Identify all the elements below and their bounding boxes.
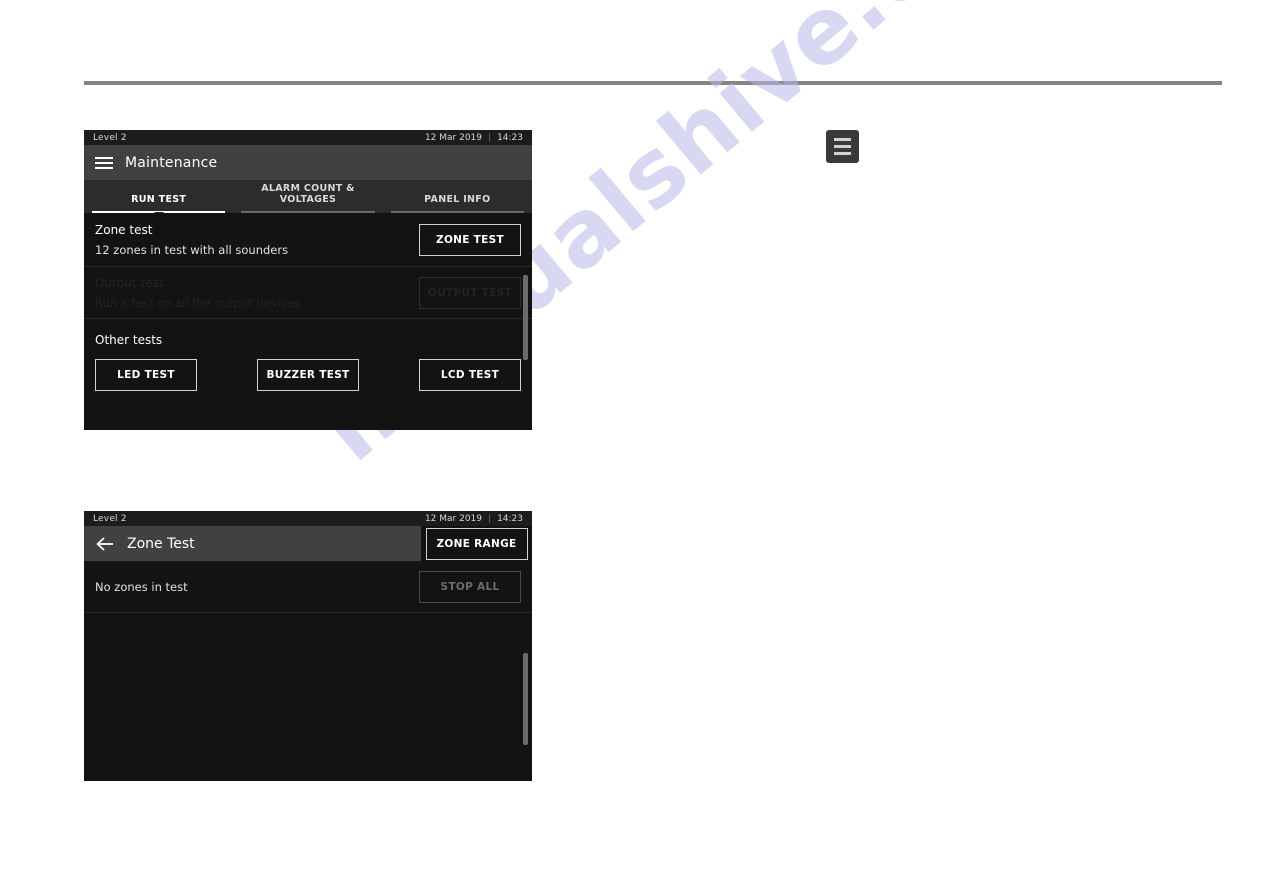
buzzer-test-button[interactable]: BUZZER TEST (257, 359, 359, 391)
row-texts: Zone test 12 zones in test with all soun… (95, 223, 288, 257)
tab-label: PANEL INFO (424, 194, 491, 205)
app-header-bar: Zone Test (84, 526, 421, 561)
datetime-separator: | (488, 513, 492, 524)
tab-label: ALARM COUNT & VOLTAGES (261, 183, 355, 205)
lcd-test-button[interactable]: LCD TEST (419, 359, 521, 391)
section-label: Other tests (95, 333, 163, 347)
hamburger-bar (95, 166, 113, 169)
device-screen-maintenance: Level 2 12 Mar 2019 | 14:23 Maintenance … (84, 130, 532, 430)
led-test-button[interactable]: LED TEST (95, 359, 197, 391)
hamburger-menu-icon[interactable] (826, 130, 859, 163)
row-subtitle: Run a test on all the output devices (95, 295, 301, 310)
app-header: Zone Test ZONE RANGE (84, 526, 532, 561)
time-label: 14:23 (497, 132, 523, 143)
list-item-zone-test[interactable]: Zone test 12 zones in test with all soun… (84, 213, 532, 267)
page-title: Maintenance (125, 154, 218, 171)
hamburger-bar (95, 156, 113, 159)
row-texts: Output test Run a test on all the output… (95, 276, 300, 310)
hamburger-menu-icon[interactable] (95, 156, 113, 169)
time-label: 14:23 (497, 513, 523, 524)
header-action-wrap: ZONE RANGE (421, 526, 532, 561)
panel-content: Zone test 12 zones in test with all soun… (84, 213, 532, 430)
panel-content: No zones in test STOP ALL (84, 561, 532, 781)
row-title: Output test (95, 275, 164, 290)
tab-alarm-count-voltages[interactable]: ALARM COUNT & VOLTAGES (233, 183, 382, 213)
row-subtitle: 12 zones in test with all sounders (95, 242, 289, 257)
page-top-rule (84, 81, 1222, 85)
section-header-other-tests: Other tests (84, 319, 532, 349)
scrollbar[interactable] (523, 521, 528, 773)
output-test-button: OUTPUT TEST (419, 276, 521, 309)
hamburger-bar (834, 152, 851, 155)
access-level-label: Level 2 (93, 132, 127, 143)
datetime-separator: | (488, 132, 492, 143)
list-item-output-test: Output test Run a test on all the output… (84, 267, 532, 319)
scrollbar-thumb[interactable] (523, 275, 528, 360)
zone-range-button[interactable]: ZONE RANGE (425, 527, 528, 560)
zone-test-button[interactable]: ZONE TEST (419, 223, 521, 256)
hamburger-bar (95, 161, 113, 164)
access-level-label: Level 2 (93, 513, 127, 524)
scrollbar[interactable] (523, 275, 528, 422)
hamburger-bar (834, 145, 851, 148)
date-label: 12 Mar 2019 (424, 513, 483, 524)
date-label: 12 Mar 2019 (424, 132, 483, 143)
zone-test-empty-area (84, 613, 532, 773)
tab-label: RUN TEST (131, 194, 187, 205)
zone-test-status-row: No zones in test STOP ALL (84, 561, 532, 613)
tab-bar: RUN TEST ALARM COUNT & VOLTAGES PANEL IN… (84, 180, 532, 218)
row-title: Zone test (95, 222, 153, 237)
tab-panel-info[interactable]: PANEL INFO (383, 194, 532, 213)
back-arrow-icon[interactable] (95, 535, 115, 553)
tab-run-test[interactable]: RUN TEST (84, 194, 233, 218)
hamburger-bar (834, 138, 851, 141)
datetime-group: 12 Mar 2019 | 14:23 (425, 133, 523, 143)
device-screen-zone-test: Level 2 12 Mar 2019 | 14:23 Zone Test ZO… (84, 511, 532, 781)
status-bar: Level 2 12 Mar 2019 | 14:23 (84, 130, 532, 145)
scrollbar-thumb[interactable] (523, 653, 528, 745)
app-header: Maintenance (84, 145, 532, 180)
datetime-group: 12 Mar 2019 | 14:23 (425, 514, 523, 524)
page-title: Zone Test (127, 535, 195, 552)
other-tests-button-row: LED TEST BUZZER TEST LCD TEST (84, 349, 532, 391)
status-bar: Level 2 12 Mar 2019 | 14:23 (84, 511, 532, 526)
zone-test-status-text: No zones in test (95, 579, 188, 594)
stop-all-button: STOP ALL (419, 570, 521, 603)
